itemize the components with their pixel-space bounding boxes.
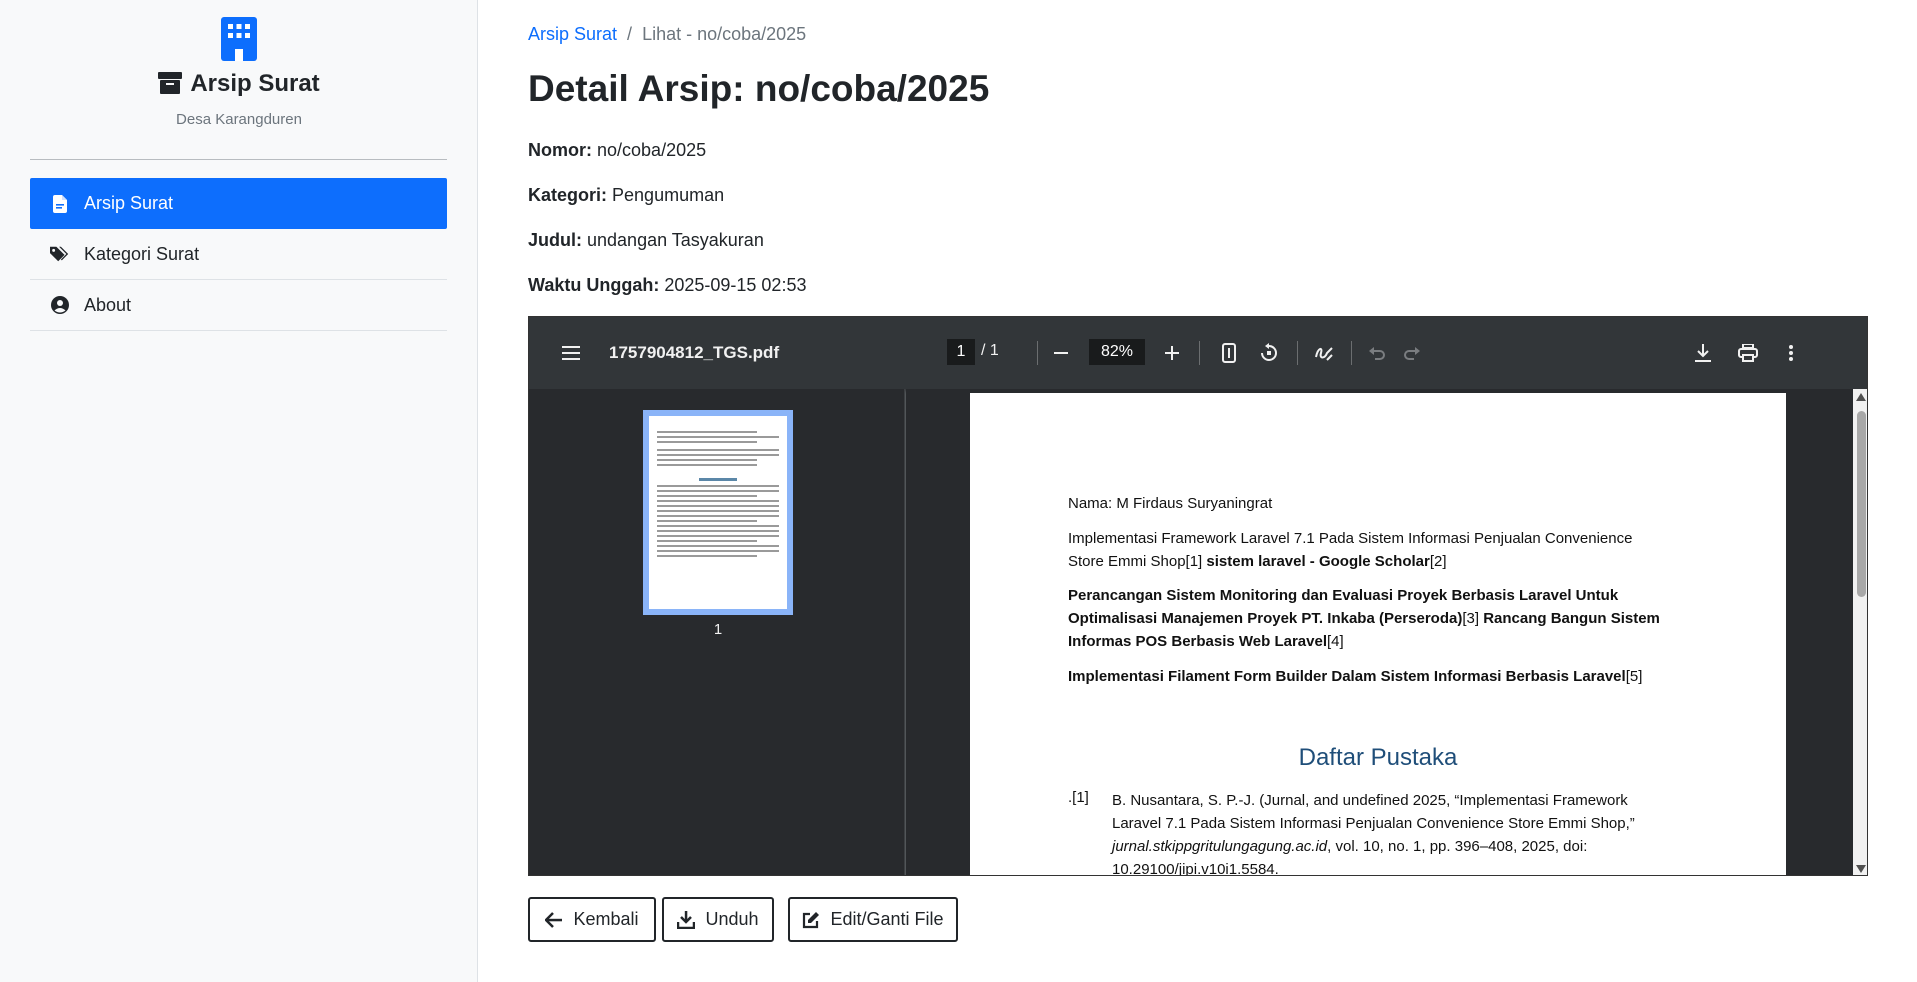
page-heading: Daftar Pustaka (1298, 744, 1458, 771)
page-text-line: Implementasi Filament Form Builder Dalam… (1068, 665, 1708, 688)
download-icon[interactable] (1691, 341, 1715, 365)
page-text: [3] (1462, 610, 1484, 627)
detail-label: Judul: (528, 230, 582, 250)
page-text-line: Nama: M Firdaus Suryaningrat (1068, 495, 1273, 512)
pdf-toolbar: 1757904812_TGS.pdf 1 / 1 82% (529, 317, 1867, 389)
sidebar-item-label: Kategori Surat (84, 243, 200, 264)
page-total: / 1 (981, 342, 999, 359)
detail-value: undangan Tasyakuran (587, 230, 764, 250)
reference-number: .[1] (1068, 789, 1089, 806)
sidebar-item-label: About (84, 294, 132, 315)
page-text: Perancangan Sistem Monitoring dan Evalua… (1068, 587, 1619, 604)
building-icon (221, 17, 257, 61)
breadcrumb-separator: / (627, 24, 633, 44)
sidebar-nav: Arsip Surat Kategori Surat About (30, 178, 447, 331)
archive-icon (158, 72, 183, 94)
toolbar-divider (1037, 341, 1038, 365)
edit-file-button[interactable]: Edit/Ganti File (788, 897, 958, 942)
detail-kategori: Kategori: Pengumuman (528, 185, 724, 206)
page-text-line: Perancangan Sistem Monitoring dan Evalua… (1068, 584, 1708, 653)
page-text: Implementasi Filament Form Builder Dalam… (1068, 668, 1626, 685)
scroll-up-arrow-icon[interactable] (1856, 393, 1866, 401)
detail-label: Nomor: (528, 140, 592, 160)
undo-icon[interactable] (1365, 341, 1389, 365)
page-text: 10.29100/jipi.v10i1.5584. (1112, 861, 1279, 876)
download-button-label: Unduh (705, 909, 759, 929)
page-thumbnail[interactable] (643, 410, 793, 615)
page-text: sistem laravel - Google Scholar (1206, 553, 1430, 570)
thumbnail-page-number: 1 (713, 621, 723, 638)
page-text-line: Implementasi Framework Laravel 7.1 Pada … (1068, 527, 1708, 573)
more-options-icon[interactable] (1779, 341, 1803, 365)
document-pane: Nama: M Firdaus Suryaningrat Implementas… (906, 389, 1867, 876)
zoom-in-icon[interactable] (1160, 341, 1184, 365)
sidebar-item-kategori-surat[interactable]: Kategori Surat (30, 229, 447, 280)
pdf-page: Nama: M Firdaus Suryaningrat Implementas… (970, 393, 1786, 876)
sidebar-item-label: Arsip Surat (84, 193, 174, 213)
brand-title-text: Arsip Surat (190, 70, 320, 97)
detail-value: Pengumuman (612, 185, 725, 205)
detail-value: 2025-09-15 02:53 (664, 275, 807, 295)
detail-waktu-unggah: Waktu Unggah: 2025-09-15 02:53 (528, 275, 806, 296)
page-text: jurnal.stkippgritulungagung.ac.id (1112, 838, 1328, 855)
page-text: , vol. 10, no. 1, pp. 396–408, 2025, doi… (1327, 838, 1588, 855)
download-icon (677, 910, 696, 929)
toolbar-divider (1199, 341, 1200, 365)
scroll-down-arrow-icon[interactable] (1856, 865, 1866, 873)
page-text: B. Nusantara, S. P.-J. (Jurnal, and unde… (1112, 792, 1628, 809)
zoom-input[interactable]: 82% (1089, 339, 1145, 365)
edit-icon (802, 911, 820, 929)
download-button[interactable]: Unduh (662, 897, 774, 942)
detail-nomor: Nomor: no/coba/2025 (528, 140, 706, 161)
back-button[interactable]: Kembali (528, 897, 656, 942)
page-text: Rancang Bangun Sistem (1483, 610, 1660, 627)
page-text: [4] (1327, 633, 1344, 650)
brand-subtitle: Desa Karangduren (176, 111, 302, 128)
detail-value: no/coba/2025 (597, 140, 707, 160)
toolbar-divider (1297, 341, 1298, 365)
sidebar: Arsip Surat Desa Karangduren Arsip Surat… (0, 0, 478, 982)
breadcrumb: Arsip Surat / Lihat - no/coba/2025 (528, 24, 806, 45)
page-number-input[interactable]: 1 (947, 339, 975, 365)
arrow-left-icon (545, 911, 563, 929)
page-text: Implementasi Framework Laravel 7.1 Pada … (1068, 530, 1633, 547)
page-text: Store Emmi Shop[1] (1068, 553, 1207, 570)
page-text: Optimalisasi Manajemen Proyek PT. Inkaba… (1068, 610, 1463, 627)
pdf-viewer: 1757904812_TGS.pdf 1 / 1 82% 1 Nama: M F… (528, 316, 1868, 876)
print-icon[interactable] (1736, 341, 1760, 365)
tags-icon (50, 244, 70, 264)
menu-icon[interactable] (559, 341, 583, 365)
pdf-scrollbar[interactable] (1853, 389, 1867, 875)
file-icon (50, 194, 70, 214)
rotate-icon[interactable] (1257, 341, 1281, 365)
brand-title: Arsip Surat (0, 70, 478, 98)
sidebar-divider (30, 159, 447, 160)
reference-entry: B. Nusantara, S. P.-J. (Jurnal, and unde… (1112, 789, 1692, 876)
sidebar-item-arsip-surat[interactable]: Arsip Surat (30, 178, 447, 229)
breadcrumb-link-arsip-surat[interactable]: Arsip Surat (528, 24, 617, 44)
sidebar-item-about[interactable]: About (30, 280, 447, 331)
thumbnail-pane: 1 (529, 389, 905, 875)
page-text: [2] (1429, 553, 1447, 570)
breadcrumb-current: Lihat - no/coba/2025 (642, 24, 807, 44)
edit-file-button-label: Edit/Ganti File (830, 909, 944, 929)
back-button-label: Kembali (573, 909, 639, 929)
page-text: Informas POS Berbasis Web Laravel (1068, 633, 1327, 650)
toolbar-divider (1351, 341, 1352, 365)
redo-icon[interactable] (1400, 341, 1424, 365)
pdf-file-name: 1757904812_TGS.pdf (609, 343, 780, 362)
user-circle-icon (50, 295, 70, 315)
fit-page-icon[interactable] (1217, 341, 1241, 365)
draw-icon[interactable] (1312, 341, 1336, 365)
detail-label: Kategori: (528, 185, 608, 205)
page-title: Detail Arsip: no/coba/2025 (528, 68, 990, 109)
detail-judul: Judul: undangan Tasyakuran (528, 230, 764, 251)
zoom-out-icon[interactable] (1049, 341, 1073, 365)
detail-label: Waktu Unggah: (528, 275, 660, 295)
page-text: Laravel 7.1 Pada Sistem Informasi Penjua… (1112, 815, 1635, 832)
page-text: [5] (1625, 668, 1643, 685)
scroll-thumb[interactable] (1857, 411, 1866, 597)
